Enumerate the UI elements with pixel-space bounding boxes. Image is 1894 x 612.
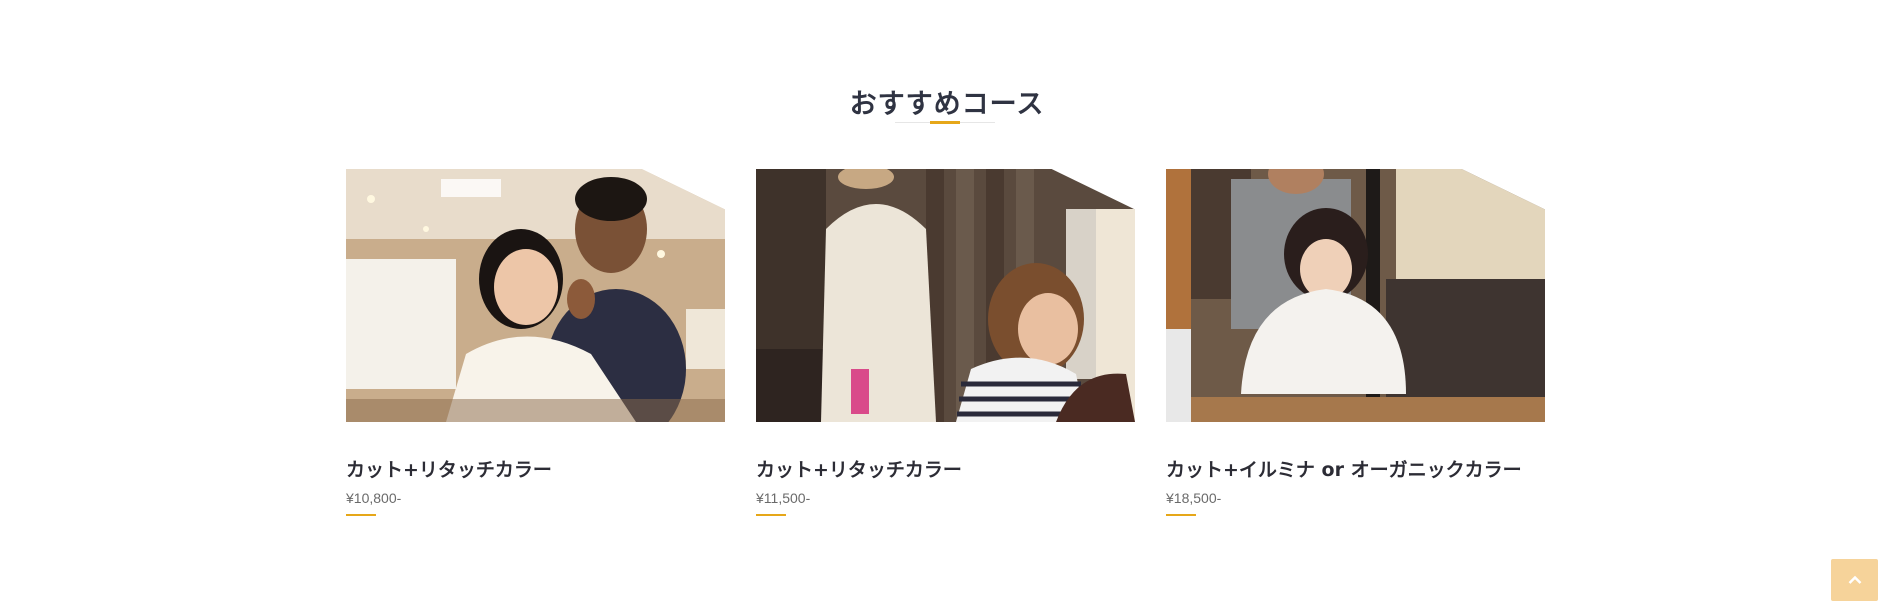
course-title-1: カット+リタッチカラー bbox=[346, 459, 552, 481]
salon-cut-photo-icon bbox=[1166, 169, 1545, 422]
course-accent-1 bbox=[346, 514, 376, 516]
course-accent-2 bbox=[756, 514, 786, 516]
course-card-1[interactable]: カット+リタッチカラー ¥10,800- bbox=[346, 169, 725, 516]
course-accent-3 bbox=[1166, 514, 1196, 516]
section-title: おすすめコース bbox=[849, 89, 1045, 120]
course-price-3: ¥18,500- bbox=[1166, 490, 1222, 506]
salon-hair-color-photo-icon bbox=[756, 169, 1135, 422]
salon-stylist-photo-icon bbox=[346, 169, 725, 422]
course-card-2[interactable]: カット+リタッチカラー ¥11,500- bbox=[756, 169, 1135, 516]
chevron-up-icon bbox=[1848, 575, 1861, 584]
course-title-2: カット+リタッチカラー bbox=[756, 459, 962, 481]
course-photo-1[interactable] bbox=[346, 169, 725, 422]
course-photo-3[interactable] bbox=[1166, 169, 1545, 422]
back-to-top-button[interactable] bbox=[1831, 559, 1878, 601]
title-accent-bar bbox=[930, 121, 960, 124]
course-price-1: ¥10,800- bbox=[346, 490, 402, 506]
course-card-3[interactable]: カット+イルミナ or オーガニックカラー ¥18,500- bbox=[1166, 169, 1545, 516]
course-title-3: カット+イルミナ or オーガニックカラー bbox=[1166, 459, 1522, 481]
course-price-2: ¥11,500- bbox=[756, 490, 811, 506]
course-photo-2[interactable] bbox=[756, 169, 1135, 422]
